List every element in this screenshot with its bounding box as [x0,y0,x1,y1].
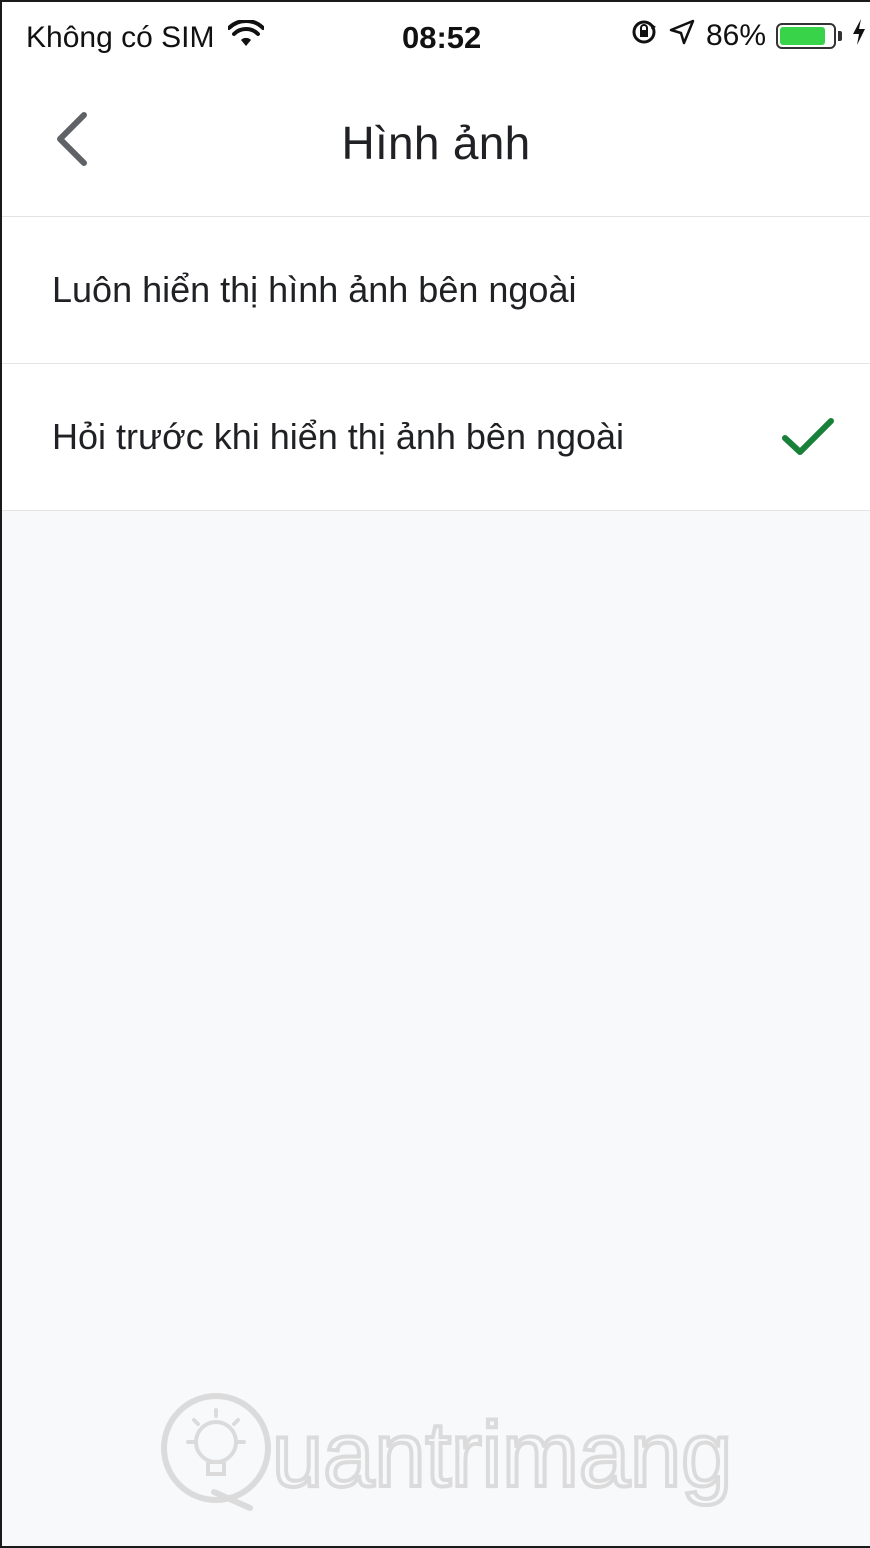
status-time: 08:52 [402,20,482,55]
location-arrow-icon [668,18,696,54]
orientation-lock-icon [630,18,658,54]
status-left: Không có SIM [26,18,266,56]
watermark-text: uantrimang [272,1404,732,1506]
battery-icon [776,23,836,49]
checkmark-icon [780,414,836,460]
battery-percent: 86% [705,19,766,52]
status-right: 86% [630,18,866,54]
wifi-icon [227,18,266,56]
charging-bolt-icon [852,19,866,53]
image-options-list: Luôn hiển thị hình ảnh bên ngoài Hỏi trư… [2,217,870,511]
page-title: Hình ảnh [341,117,531,169]
carrier-label: Không có SIM [26,21,215,54]
status-bar: Không có SIM 08:52 86% [2,2,870,78]
nav-bar: Hình ảnh [2,78,870,217]
phone-screen: Không có SIM 08:52 86% Hình ảnh Luôn hiể… [0,0,870,1548]
option-always-show-images[interactable]: Luôn hiển thị hình ảnh bên ngoài [2,217,870,364]
option-label: Hỏi trước khi hiển thị ảnh bên ngoài [52,416,625,457]
watermark-logo: uantrimang [154,1382,754,1512]
lightbulb-icon [161,1393,271,1511]
battery-tip [838,31,842,41]
option-ask-before-showing[interactable]: Hỏi trước khi hiển thị ảnh bên ngoài [2,364,870,511]
option-label: Luôn hiển thị hình ảnh bên ngoài [52,269,577,310]
battery-fill [780,27,825,45]
